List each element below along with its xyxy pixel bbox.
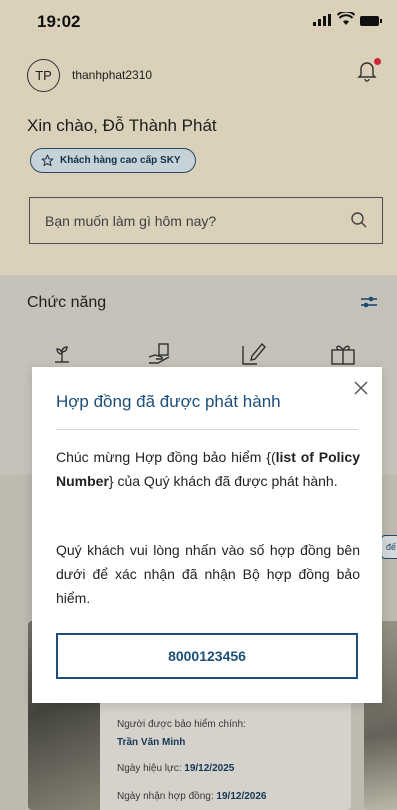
close-icon[interactable] xyxy=(352,379,370,397)
policy-issued-dialog: Hợp đồng đã được phát hành Chúc mừng Hợp… xyxy=(32,367,382,703)
dialog-title: Hợp đồng đã được phát hành xyxy=(56,392,281,411)
dialog-divider xyxy=(56,429,358,430)
dialog-message: Chúc mừng Hợp đồng bảo hiểm {(list of Po… xyxy=(56,445,360,493)
dialog-instruction: Quý khách vui lòng nhấn vào số hợp đồng … xyxy=(56,542,360,606)
message-part-2: } của Quý khách đã được phát hành. xyxy=(108,473,338,489)
message-part-1: Chúc mừng Hợp đồng bảo hiểm {( xyxy=(56,449,276,465)
policy-number-button[interactable]: 8000123456 xyxy=(56,633,358,679)
